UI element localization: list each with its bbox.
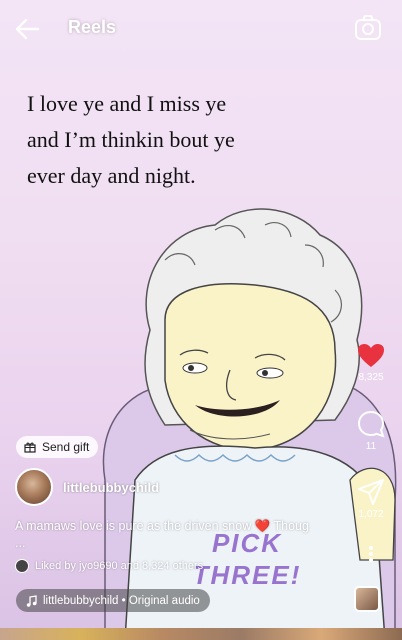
send-gift-label: Send gift — [42, 440, 90, 454]
top-bar: Reels — [0, 0, 402, 56]
description-more[interactable]: ... — [15, 535, 345, 552]
more-icon[interactable] — [368, 545, 374, 563]
like-count: 8,325 — [358, 372, 384, 383]
back-arrow-icon[interactable] — [14, 16, 40, 42]
camera-icon[interactable] — [354, 14, 382, 42]
audio-pill[interactable]: littlebubbychild • Original audio — [16, 589, 210, 612]
audio-label: littlebubbychild • Original audio — [43, 594, 200, 607]
description-text: A mamaws love is pure as the driven snow… — [15, 519, 309, 533]
art-caption: I love ye and I miss ye and I’m thinkin … — [27, 86, 357, 194]
next-reel-preview — [0, 628, 402, 640]
art-caption-line: ever day and night. — [27, 163, 196, 188]
heart-icon[interactable] — [357, 343, 385, 369]
share-count: 1,072 — [358, 509, 384, 520]
art-caption-line: I love ye and I miss ye — [27, 91, 227, 116]
share-action[interactable]: 1,072 — [348, 478, 394, 520]
comment-action[interactable]: 11 — [348, 410, 394, 452]
username[interactable]: littlebubbychild — [63, 480, 159, 495]
liked-by-row[interactable]: Liked by jyo9690 and 8,324 others — [15, 559, 203, 573]
more-action[interactable] — [348, 545, 394, 566]
liked-by-text: Liked by jyo9690 and 8,324 others — [35, 560, 204, 572]
page-title: Reels — [68, 17, 117, 37]
reels-screen: I love ye and I miss ye and I’m thinkin … — [0, 0, 402, 640]
comment-count: 11 — [365, 441, 377, 452]
share-icon[interactable] — [357, 478, 385, 506]
art-caption-line: and I’m thinkin bout ye — [27, 127, 235, 152]
audio-thumbnail[interactable] — [354, 586, 380, 612]
avatar[interactable] — [15, 468, 53, 506]
send-gift-button[interactable]: Send gift — [16, 436, 99, 458]
comment-icon[interactable] — [357, 410, 385, 438]
author-row[interactable]: littlebubbychild — [15, 468, 159, 506]
like-action[interactable]: 8,325 — [348, 343, 394, 383]
gift-icon — [24, 442, 36, 453]
music-note-icon — [26, 594, 37, 607]
post-description[interactable]: A mamaws love is pure as the driven snow… — [15, 518, 345, 552]
liker-avatar — [15, 559, 29, 573]
